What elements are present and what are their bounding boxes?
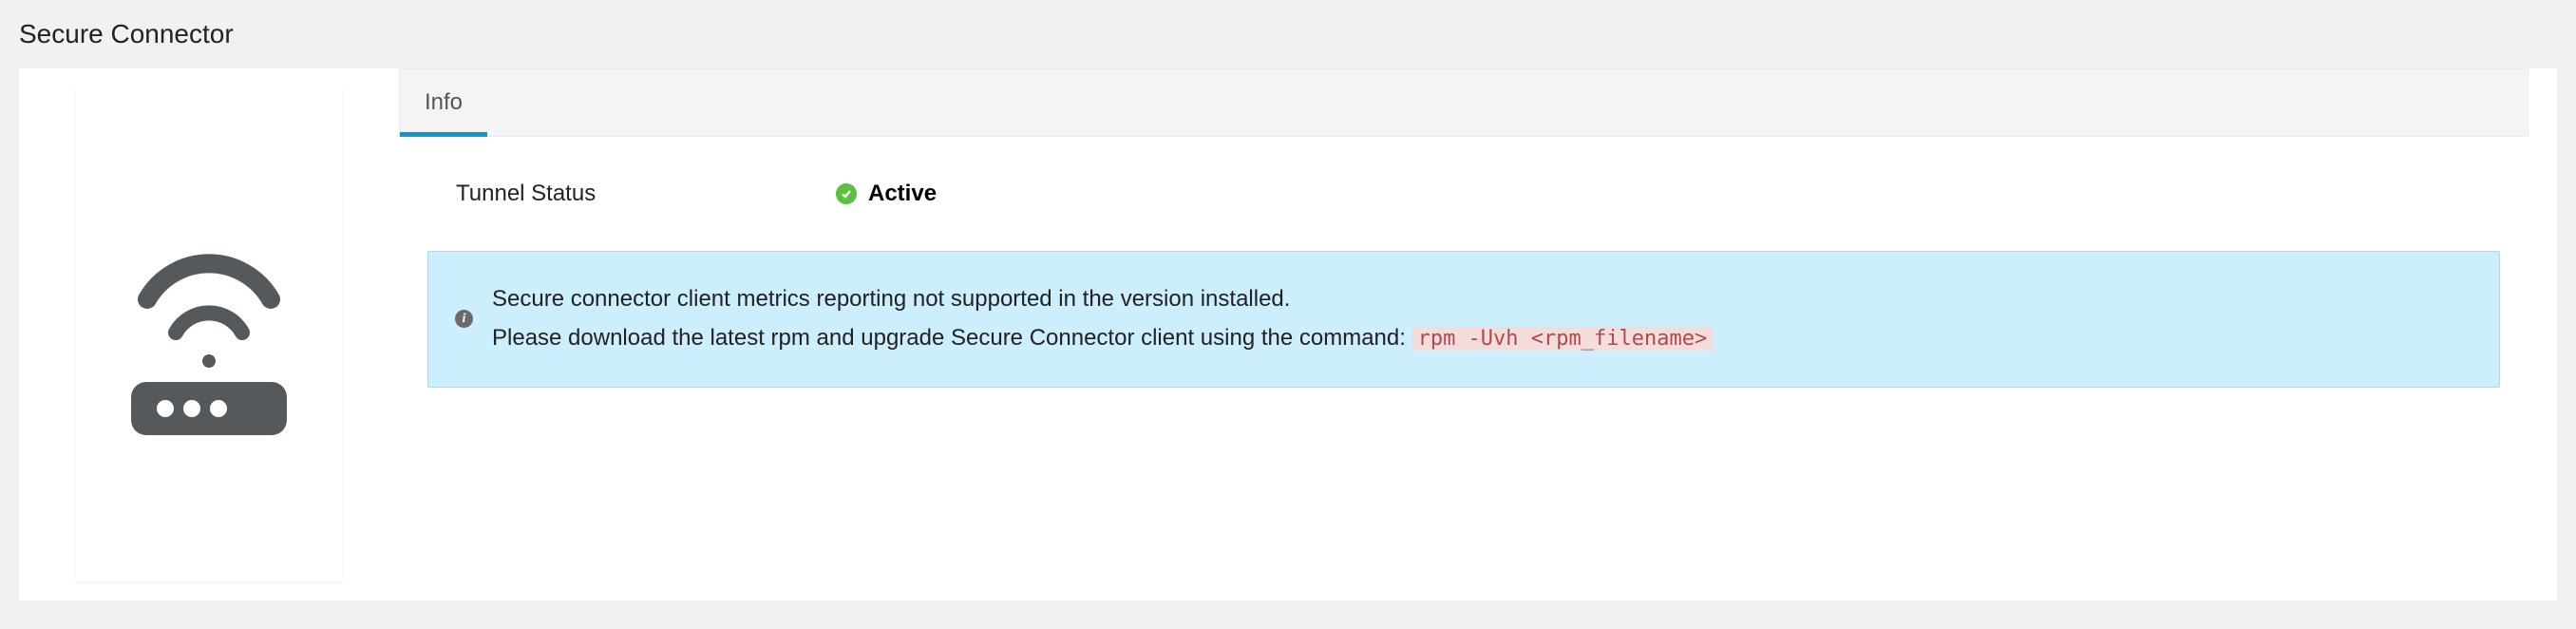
device-card (19, 68, 399, 600)
page-header: Secure Connector (0, 0, 2576, 68)
main-content: Info Tunnel Status Active i Secure conne… (19, 68, 2557, 600)
check-circle-icon (836, 183, 857, 204)
tunnel-status-row: Tunnel Status Active (399, 137, 2529, 251)
tab-info[interactable]: Info (400, 69, 487, 136)
router-icon (95, 219, 323, 451)
tab-bar: Info (399, 68, 2529, 137)
info-alert-command: rpm -Uvh <rpm_filename> (1412, 327, 1714, 351)
page-title: Secure Connector (19, 19, 2576, 49)
content-panel: Info Tunnel Status Active i Secure conne… (399, 68, 2557, 600)
tab-info-label: Info (425, 89, 463, 116)
tunnel-status-label: Tunnel Status (456, 181, 836, 207)
info-alert-text: Secure connector client metrics reportin… (492, 280, 1713, 358)
tunnel-status-value-wrap: Active (836, 181, 937, 207)
device-icon-wrap (76, 87, 342, 581)
info-alert-line1: Secure connector client metrics reportin… (492, 286, 1290, 312)
tunnel-status-value: Active (868, 181, 937, 207)
info-alert: i Secure connector client metrics report… (427, 251, 2500, 388)
info-icon: i (455, 310, 473, 328)
info-alert-line2-prefix: Please download the latest rpm and upgra… (492, 325, 1412, 351)
